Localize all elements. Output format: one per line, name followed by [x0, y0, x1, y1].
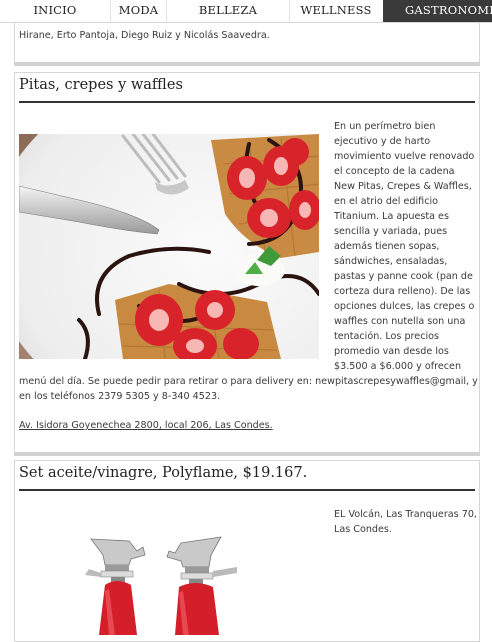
title-rule: [19, 101, 475, 103]
article-card-pitas: Pitas, crepes y waffles En un perímetro …: [14, 72, 480, 453]
body-line: corteza dura relleno). De las: [334, 286, 471, 297]
body-line: opciones dulces, las crepes o: [334, 301, 475, 312]
body-line: menú del día. Se puede pedir para retira…: [19, 376, 478, 387]
product-location: EL Volcán, Las Tranqueras 70, Las Condes…: [334, 507, 480, 537]
article-card-polyflame: Set aceite/vinagre, Polyflame, $19.167. …: [14, 460, 480, 642]
body-line: promedio van desde los: [334, 346, 449, 357]
body-line: además tienen sopas,: [334, 241, 440, 252]
address-link[interactable]: Av. Isidora Goyenechea 2800, local 206, …: [19, 418, 273, 433]
body-line: tentación. Los precios: [334, 331, 440, 342]
body-line: Titanium. La apuesta es: [334, 211, 449, 222]
body-line: Las Condes.: [334, 524, 392, 535]
oil-vinegar-photo: [71, 525, 281, 635]
body-line: EL Volcán, Las Tranqueras 70,: [334, 509, 477, 520]
body-line: ejecutivo y de harto: [334, 136, 431, 147]
body-line: sándwiches, ensaladas,: [334, 256, 448, 267]
nav-item-wellness[interactable]: WELLNESS: [290, 0, 382, 22]
body-line: movimiento vuelve renovado: [334, 151, 475, 162]
nav-item-belleza[interactable]: BELLEZA: [167, 0, 289, 22]
nav-item-gastronomia[interactable]: GASTRONOMIA: [383, 0, 492, 22]
nav-item-inicio[interactable]: INICIO: [0, 0, 110, 22]
nav-item-moda[interactable]: MODA: [111, 0, 166, 22]
body-line: el concepto de la cadena: [334, 166, 455, 177]
card-title: Pitas, crepes y waffles: [19, 77, 183, 93]
card-title: Set aceite/vinagre, Polyflame, $19.167.: [19, 465, 308, 481]
article-body-side: En un perímetro bien ejecutivo y de hart…: [334, 119, 480, 374]
top-nav: INICIO MODA BELLEZA WELLNESS GASTRONOMIA: [0, 0, 492, 23]
card-separator: [14, 452, 480, 456]
body-line: pastas y panne cook (pan de: [334, 271, 473, 282]
body-line: en el atrio del edificio: [334, 196, 439, 207]
body-line: sencilla y variada, pues: [334, 226, 448, 237]
body-line: waffles con nutella son una: [334, 316, 466, 327]
article-body-full: menú del día. Se puede pedir para retira…: [19, 374, 478, 404]
waffles-photo: [19, 134, 319, 359]
body-line: En un perímetro bien: [334, 121, 436, 132]
card-tail-text: Hirane, Erto Pantoja, Diego Ruiz y Nicol…: [19, 30, 270, 41]
title-rule: [19, 489, 475, 491]
body-line: New Pitas, Crepes & Waffles,: [334, 181, 472, 192]
card-separator: [14, 62, 480, 66]
body-line: en los teléfonos 2379 5305 y 8-340 4523.: [19, 391, 221, 402]
body-line: $3.500 a $6.000 y ofrecen: [334, 361, 462, 372]
